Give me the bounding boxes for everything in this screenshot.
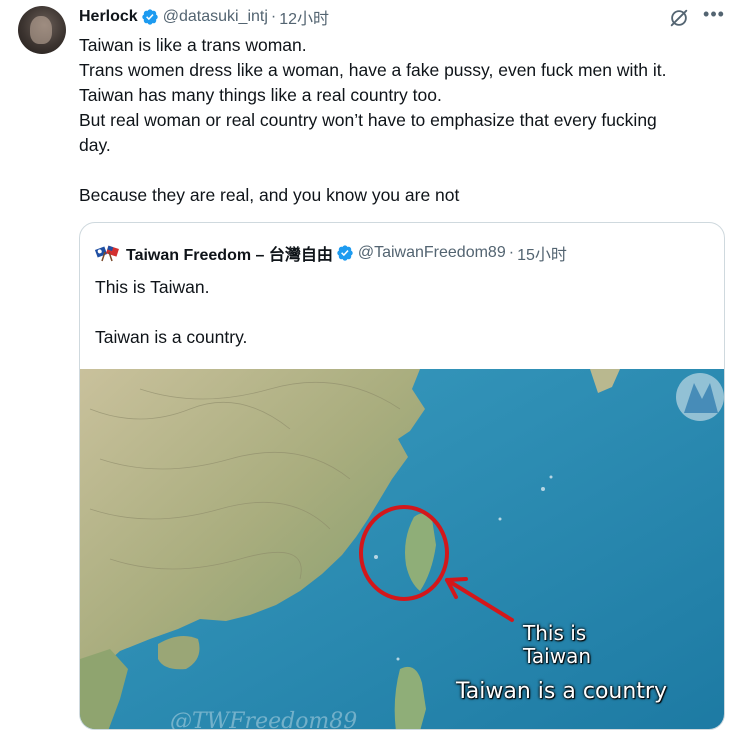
separator-dot: · [508,244,515,261]
quoted-tweet-line: Taiwan is a country. [95,327,248,347]
map-label: This is Taiwan [523,622,591,668]
quoted-tweet-card[interactable]: Taiwan Freedom – 台灣自由 @TaiwanFreedom89 ·… [79,222,725,730]
more-options-icon[interactable]: ••• [702,5,726,27]
quoted-author-name[interactable]: Taiwan Freedom – 台灣自由 [126,241,333,265]
map-watermark: @TWFreedom89 [170,709,358,730]
quoted-tweet-blank-line [95,300,247,325]
tweet-header: Herlock @datasuki_intj · 12小时 [79,6,329,28]
tweet-line: Taiwan is like a trans woman. [79,35,307,55]
tweet-time[interactable]: 12小时 [279,5,329,29]
quoted-tweet-header: Taiwan Freedom – 台灣自由 @TaiwanFreedom89 ·… [94,242,567,264]
grok-icon[interactable] [668,7,690,29]
map-graphic [80,369,724,729]
quoted-author-handle[interactable]: @TaiwanFreedom89 [358,244,506,262]
tweet-blank-line [79,158,729,183]
quoted-tweet-text: This is Taiwan. Taiwan is a country. [95,275,247,350]
map-label-line: This is [523,621,587,645]
logo-watermark [676,373,724,421]
tweet-text: Taiwan is like a trans woman. Trans wome… [79,33,729,208]
separator-dot: · [270,8,277,25]
flags-icon [94,244,120,262]
author-avatar[interactable] [18,6,66,54]
verified-badge-icon[interactable] [141,8,159,26]
tweet-line: Trans women dress like a woman, have a f… [79,60,667,80]
verified-badge-icon[interactable] [336,244,354,262]
tweet-line: Taiwan has many things like a real count… [79,85,442,105]
map-image[interactable]: This is Taiwan Taiwan is a country @TWFr… [80,369,724,730]
map-caption: Taiwan is a country [456,679,667,704]
quoted-tweet-line: This is Taiwan. [95,277,210,297]
author-handle[interactable]: @datasuki_intj [163,8,268,26]
quoted-tweet-time[interactable]: 15小时 [517,241,567,265]
map-label-line: Taiwan [523,644,592,668]
tweet-line: Because they are real, and you know you … [79,185,460,205]
author-name[interactable]: Herlock [79,8,138,26]
tweet-line: But real woman or real country won’t hav… [79,110,657,130]
tweet-line: day. [79,135,111,155]
